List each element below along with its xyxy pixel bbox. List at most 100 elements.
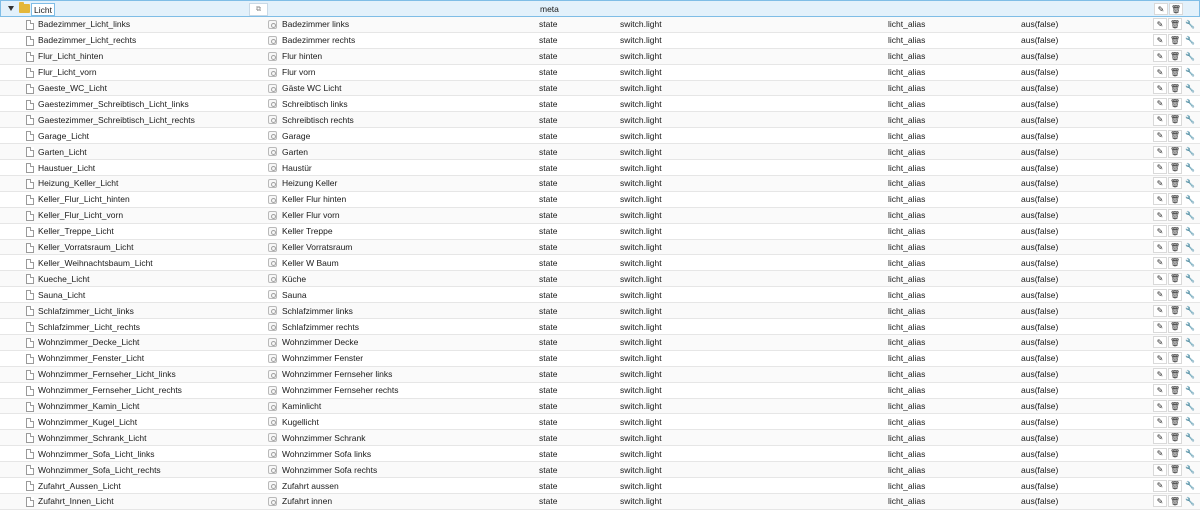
- trash-icon[interactable]: 🗑: [1168, 50, 1182, 63]
- trash-icon[interactable]: 🗑: [1168, 34, 1182, 47]
- object-value[interactable]: aus(false): [1021, 112, 1151, 127]
- object-value[interactable]: aus(false): [1021, 303, 1151, 318]
- folder-row-licht[interactable]: Licht ⧉ meta ✎ 🗑: [0, 0, 1200, 17]
- trash-icon[interactable]: 🗑: [1168, 431, 1182, 444]
- pencil-icon[interactable]: ✎: [1153, 66, 1167, 79]
- pencil-icon[interactable]: ✎: [1153, 50, 1167, 63]
- trash-icon[interactable]: 🗑: [1168, 495, 1182, 508]
- trash-icon[interactable]: 🗑: [1168, 225, 1182, 238]
- object-value[interactable]: aus(false): [1021, 462, 1151, 477]
- object-value[interactable]: aus(false): [1021, 446, 1151, 461]
- wrench-icon[interactable]: 🔧: [1183, 193, 1197, 205]
- wrench-icon[interactable]: 🔧: [1183, 480, 1197, 492]
- pencil-icon[interactable]: ✎: [1153, 463, 1167, 476]
- trash-icon[interactable]: 🗑: [1168, 368, 1182, 381]
- trash-icon[interactable]: 🗑: [1169, 3, 1183, 15]
- object-value[interactable]: aus(false): [1021, 81, 1151, 96]
- pencil-icon[interactable]: ✎: [1153, 320, 1167, 333]
- wrench-icon[interactable]: 🔧: [1183, 18, 1197, 30]
- table-row[interactable]: Flur_Licht_hinten Flur hinten state swit…: [0, 48, 1200, 65]
- pencil-icon[interactable]: ✎: [1153, 368, 1167, 381]
- object-value[interactable]: aus(false): [1021, 256, 1151, 271]
- table-row[interactable]: Wohnzimmer_Kugel_Licht Kugellicht state …: [0, 415, 1200, 431]
- wrench-icon[interactable]: 🔧: [1183, 82, 1197, 94]
- pencil-icon[interactable]: ✎: [1153, 97, 1167, 110]
- table-row[interactable]: Garten_Licht Garten state switch.light l…: [0, 144, 1200, 161]
- wrench-icon[interactable]: 🔧: [1183, 305, 1197, 317]
- table-row[interactable]: Wohnzimmer_Schrank_Licht Wohnzimmer Schr…: [0, 430, 1200, 447]
- wrench-icon[interactable]: 🔧: [1183, 273, 1197, 285]
- pencil-icon[interactable]: ✎: [1153, 82, 1167, 95]
- table-row[interactable]: Wohnzimmer_Decke_Licht Wohnzimmer Decke …: [0, 335, 1200, 351]
- table-row[interactable]: Keller_Flur_Licht_vorn Keller Flur vorn …: [0, 207, 1200, 224]
- trash-icon[interactable]: 🗑: [1168, 97, 1182, 110]
- object-value[interactable]: aus(false): [1021, 383, 1151, 398]
- wrench-icon[interactable]: 🔧: [1183, 321, 1197, 333]
- object-value[interactable]: aus(false): [1021, 287, 1151, 302]
- table-row[interactable]: Wohnzimmer_Kamin_Licht Kaminlicht state …: [0, 398, 1200, 415]
- expand-triangle-icon[interactable]: [8, 6, 14, 11]
- table-row[interactable]: Keller_Flur_Licht_hinten Keller Flur hin…: [0, 192, 1200, 208]
- object-value[interactable]: aus(false): [1021, 224, 1151, 239]
- trash-icon[interactable]: 🗑: [1168, 161, 1182, 174]
- pencil-icon[interactable]: ✎: [1153, 34, 1167, 47]
- trash-icon[interactable]: 🗑: [1168, 479, 1182, 492]
- object-value[interactable]: aus(false): [1021, 494, 1151, 509]
- pencil-icon[interactable]: ✎: [1153, 145, 1167, 158]
- trash-icon[interactable]: 🗑: [1168, 415, 1182, 428]
- object-value[interactable]: aus(false): [1021, 176, 1151, 191]
- object-value[interactable]: aus(false): [1021, 319, 1151, 334]
- table-row[interactable]: Keller_Treppe_Licht Keller Treppe state …: [0, 224, 1200, 240]
- wrench-icon[interactable]: 🔧: [1183, 241, 1197, 253]
- object-value[interactable]: aus(false): [1021, 128, 1151, 143]
- pencil-icon[interactable]: ✎: [1153, 241, 1167, 254]
- trash-icon[interactable]: 🗑: [1168, 272, 1182, 285]
- object-value[interactable]: aus(false): [1021, 208, 1151, 223]
- table-row[interactable]: Badezimmer_Licht_links Badezimmer links …: [0, 17, 1200, 33]
- pencil-icon[interactable]: ✎: [1153, 352, 1167, 365]
- table-row[interactable]: Wohnzimmer_Sofa_Licht_links Wohnzimmer S…: [0, 446, 1200, 463]
- table-row[interactable]: Flur_Licht_vorn Flur vorn state switch.l…: [0, 65, 1200, 81]
- wrench-icon[interactable]: 🔧: [1183, 209, 1197, 221]
- wrench-icon[interactable]: 🔧: [1183, 368, 1197, 380]
- wrench-icon[interactable]: 🔧: [1183, 289, 1197, 301]
- trash-icon[interactable]: 🗑: [1168, 352, 1182, 365]
- object-value[interactable]: aus(false): [1021, 33, 1151, 48]
- wrench-icon[interactable]: 🔧: [1183, 66, 1197, 78]
- object-value[interactable]: aus(false): [1021, 97, 1151, 112]
- object-value[interactable]: aus(false): [1021, 351, 1151, 366]
- object-value[interactable]: aus(false): [1021, 144, 1151, 159]
- table-row[interactable]: Heizung_Keller_Licht Heizung Keller stat…: [0, 176, 1200, 192]
- wrench-icon[interactable]: 🔧: [1183, 34, 1197, 46]
- table-row[interactable]: Wohnzimmer_Sofa_Licht_rechts Wohnzimmer …: [0, 462, 1200, 479]
- table-row[interactable]: Keller_Weihnachtsbaum_Licht Keller W Bau…: [0, 256, 1200, 272]
- object-value[interactable]: aus(false): [1021, 415, 1151, 430]
- wrench-icon[interactable]: 🔧: [1183, 400, 1197, 412]
- pencil-icon[interactable]: ✎: [1153, 225, 1167, 238]
- table-row[interactable]: Schlafzimmer_Licht_links Schlafzimmer li…: [0, 303, 1200, 320]
- table-row[interactable]: Haustuer_Licht Haustür state switch.ligh…: [0, 160, 1200, 176]
- trash-icon[interactable]: 🗑: [1168, 66, 1182, 79]
- object-value[interactable]: aus(false): [1021, 367, 1151, 382]
- trash-icon[interactable]: 🗑: [1168, 384, 1182, 397]
- pencil-icon[interactable]: ✎: [1153, 209, 1167, 222]
- wrench-icon[interactable]: 🔧: [1183, 162, 1197, 174]
- copy-icon[interactable]: ⧉: [249, 3, 268, 16]
- wrench-icon[interactable]: 🔧: [1183, 50, 1197, 62]
- table-row[interactable]: Schlafzimmer_Licht_rechts Schlafzimmer r…: [0, 319, 1200, 335]
- object-value[interactable]: aus(false): [1021, 399, 1151, 414]
- wrench-icon[interactable]: 🔧: [1183, 336, 1197, 348]
- trash-icon[interactable]: 🗑: [1168, 145, 1182, 158]
- wrench-icon[interactable]: 🔧: [1183, 464, 1197, 476]
- wrench-icon[interactable]: 🔧: [1183, 114, 1197, 126]
- table-row[interactable]: Garage_Licht Garage state switch.light l…: [0, 128, 1200, 145]
- wrench-icon[interactable]: 🔧: [1183, 384, 1197, 396]
- table-row[interactable]: Gaeste_WC_Licht Gäste WC Licht state swi…: [0, 80, 1200, 97]
- pencil-icon[interactable]: ✎: [1153, 384, 1167, 397]
- table-row[interactable]: Badezimmer_Licht_rechts Badezimmer recht…: [0, 33, 1200, 49]
- pencil-icon[interactable]: ✎: [1153, 336, 1167, 349]
- wrench-icon[interactable]: 🔧: [1183, 257, 1197, 269]
- trash-icon[interactable]: 🗑: [1168, 336, 1182, 349]
- pencil-icon[interactable]: ✎: [1153, 447, 1167, 460]
- pencil-icon[interactable]: ✎: [1153, 177, 1167, 190]
